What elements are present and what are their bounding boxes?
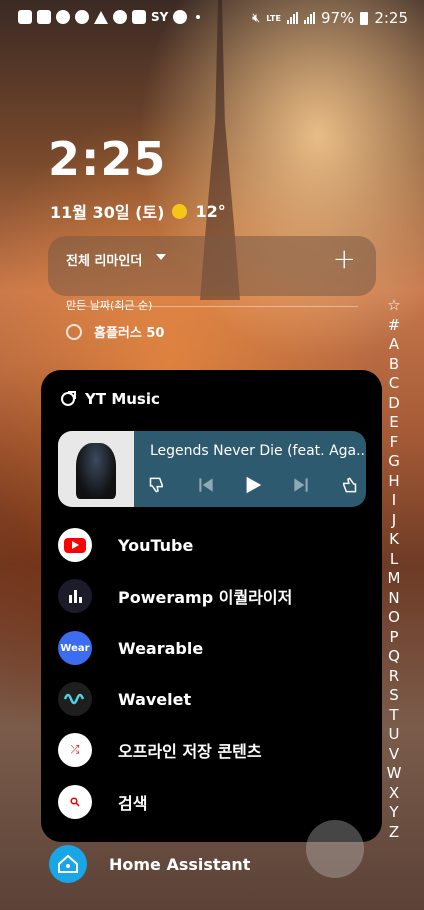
index-letter[interactable]: B [389,355,399,375]
signal-icon [286,12,298,24]
thumbs-up-icon[interactable] [336,473,360,497]
index-letter[interactable]: S [389,686,399,706]
more-notifications-dot [196,15,201,19]
index-letter[interactable]: I [392,491,396,511]
index-letter[interactable]: G [388,452,400,472]
reminder-checkbox[interactable] [66,323,82,340]
shortcut-label: Wearable [118,638,204,658]
alphabet-index[interactable]: ☆ # A B C D E F G H I J K L M N O P Q R S T U V W X Y Z [383,296,405,842]
home-assistant-app[interactable]: Home Assistant [49,845,250,883]
battery-percent: 97% [320,9,355,27]
status-bar: SY 🔇︎ LTE 97% 2:25 [0,0,424,36]
lockscreen-clock: 2:25 [48,132,167,186]
app-shortcut-popup: YT Music Legends Never Die (feat. Aga... [41,370,382,842]
index-letter[interactable]: E [389,413,398,433]
wearable-icon: Wear [58,631,92,665]
shortcut-youtube[interactable]: YouTube [58,525,193,565]
signal-icon-2 [303,12,315,24]
mute-icon: 🔇︎ [252,10,261,26]
warning-icon [94,10,108,24]
divider [66,306,358,307]
battery-icon [360,11,369,25]
reminder-item[interactable]: 홈플러스 50 [66,322,164,341]
index-letter[interactable]: Y [389,803,398,823]
shortcut-label: 검색 [118,794,148,813]
reminder-title[interactable]: 전체 리마인더 [66,250,142,269]
previous-icon[interactable] [194,473,218,497]
album-art-figure [76,443,116,499]
index-letter[interactable]: Q [388,647,400,667]
sun-icon [172,203,188,219]
thumbs-down-icon[interactable] [146,473,170,497]
status-time: 2:25 [374,9,408,27]
shortcut-wavelet[interactable]: Wavelet [58,679,191,719]
album-cover [58,431,134,507]
index-letter[interactable]: C [389,374,399,394]
index-letter[interactable]: L [390,550,398,570]
youtube-icon [58,528,92,562]
shortcut-wearable[interactable]: Wear Wearable [58,628,203,668]
network-type: LTE [266,13,281,23]
popup-title: YT Music [85,390,160,408]
floating-button[interactable] [306,820,364,878]
circle-notification-icon [75,10,89,24]
play-icon[interactable] [241,473,265,497]
index-letter[interactable]: M [388,569,401,589]
link-icon [132,10,146,24]
index-letter[interactable]: Z [389,823,399,843]
system-status: 🔇︎ LTE 97% 2:25 [252,9,408,27]
index-letter[interactable]: D [388,394,400,414]
chevron-down-icon[interactable] [156,254,166,260]
shortcut-poweramp-eq[interactable]: Poweramp 이퀄라이저 [58,576,292,616]
home-assistant-icon [49,845,87,883]
shortcut-label: Poweramp 이퀄라이저 [118,588,293,607]
shortcut-offline-content[interactable]: ⤮ 오프라인 저장 콘텐츠 [58,730,262,770]
popup-header[interactable]: YT Music [61,390,160,408]
shortcut-label: 오프라인 저장 콘텐츠 [118,742,262,761]
player-controls [146,473,360,497]
index-letter[interactable]: O [388,608,400,628]
index-letter[interactable]: # [388,316,401,336]
index-letter[interactable]: U [389,725,400,745]
message-icon [113,10,127,24]
sy-text: SY [151,10,169,24]
temperature: 12° [195,201,226,221]
app-label: Home Assistant [109,854,251,874]
index-letter[interactable]: F [390,433,399,453]
music-player-card[interactable]: Legends Never Die (feat. Aga... [58,431,366,507]
index-letter[interactable]: H [388,472,399,492]
next-icon[interactable] [289,473,313,497]
gallery-icon [18,10,32,24]
index-letter[interactable]: R [389,667,399,687]
song-title: Legends Never Die (feat. Aga... [150,443,366,459]
shortcut-label: YouTube [118,535,194,555]
reminder-item-label: 홈플러스 50 [94,326,165,341]
shortcut-label: Wavelet [118,689,192,709]
app-notification-icon [56,10,70,24]
index-letter[interactable]: J [392,511,396,531]
index-letter[interactable]: W [387,764,402,784]
parking-icon [37,10,51,24]
notification-icons: SY [18,10,201,24]
date-weather: 11월 30일 (토) 12° [50,199,226,223]
index-letter[interactable]: N [388,589,399,609]
index-letter[interactable]: T [389,706,398,726]
index-letter[interactable]: ☆ [387,296,400,316]
shortcut-search[interactable]: 검색 [58,782,147,822]
wavelet-icon [58,682,92,716]
search-icon [58,785,92,819]
index-letter[interactable]: V [389,745,399,765]
index-letter[interactable]: P [389,628,398,648]
index-letter[interactable]: X [389,784,399,804]
reminder-widget[interactable]: 전체 리마인더 + [48,236,376,296]
index-letter[interactable]: K [389,530,399,550]
offline-shuffle-icon: ⤮ [58,733,92,767]
poweramp-eq-icon [58,579,92,613]
open-external-icon[interactable] [61,391,76,406]
chat-icon [173,10,188,24]
reminder-section-label: 만든 날짜(최근 순) [66,299,153,312]
add-reminder-icon[interactable]: + [333,244,356,274]
index-letter[interactable]: A [389,335,399,355]
date-text: 11월 30일 (토) [50,203,165,222]
